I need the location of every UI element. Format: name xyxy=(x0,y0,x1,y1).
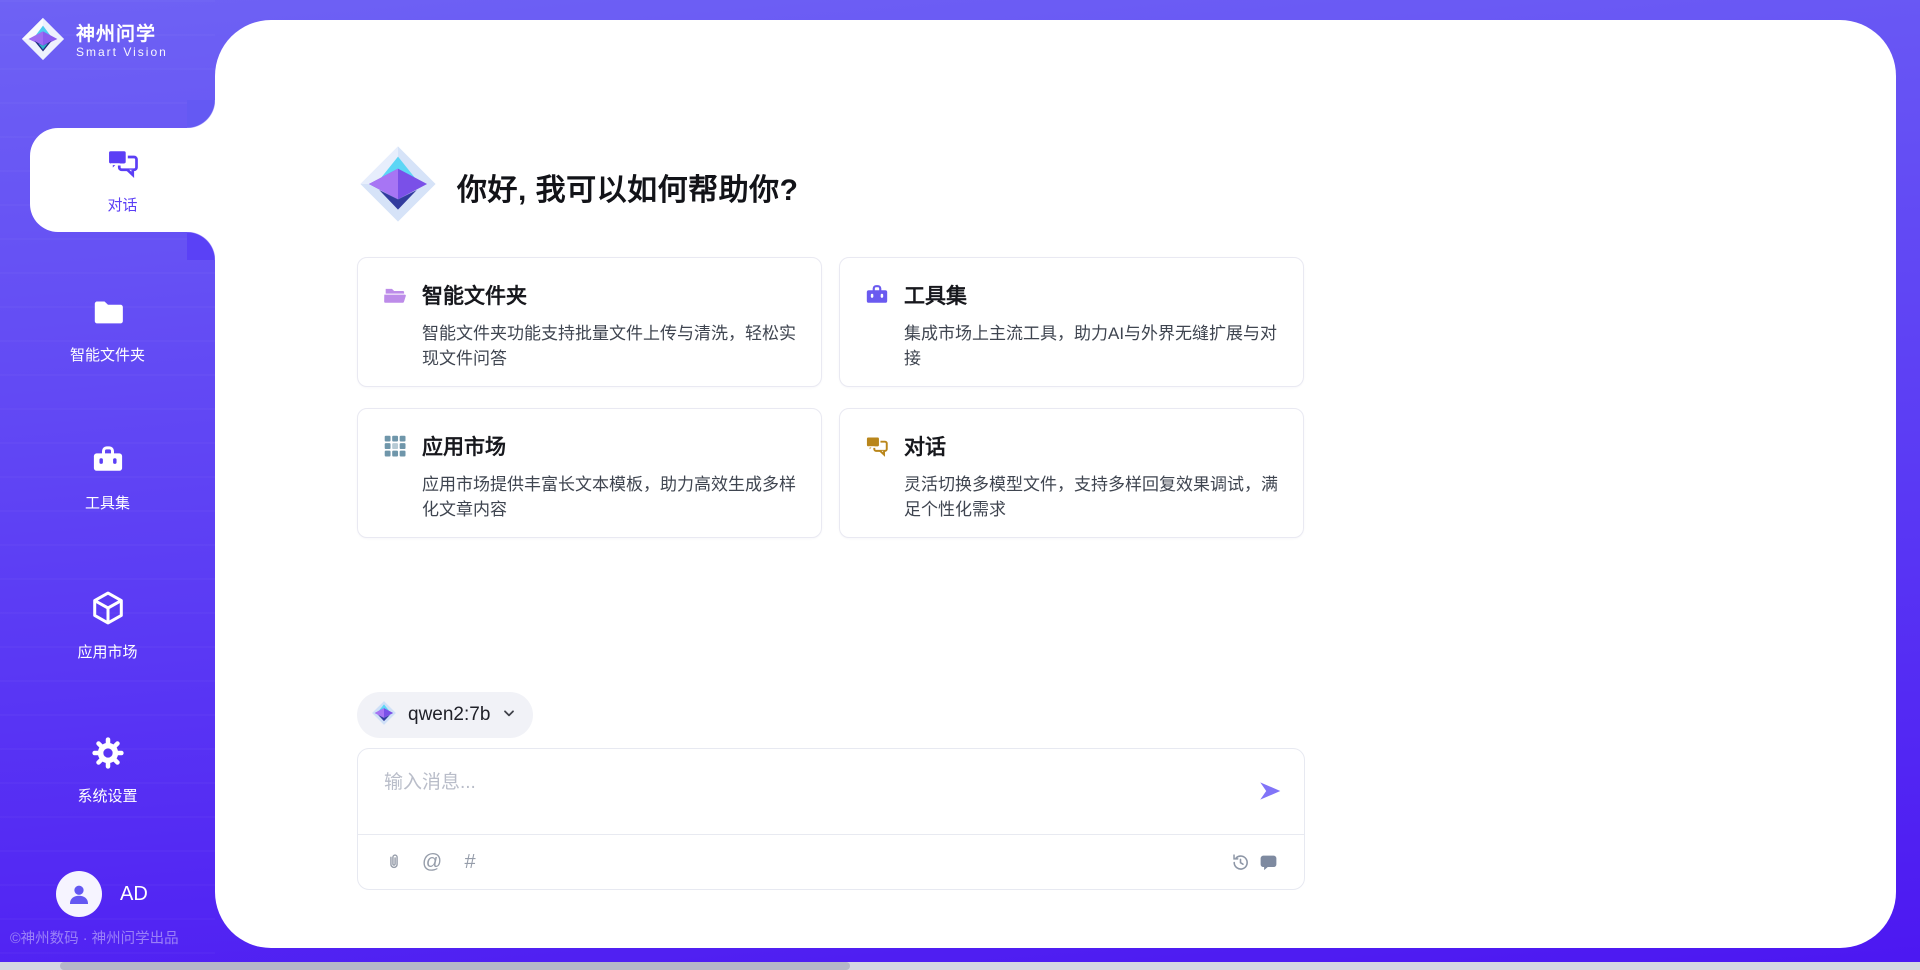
brand-name: 神州问学 xyxy=(76,24,168,46)
tab-curve-bottom xyxy=(187,232,215,260)
app-window: 神州问学 Smart Vision 对话 xyxy=(0,0,1920,970)
sidebar: 神州问学 Smart Vision 对话 xyxy=(0,0,215,970)
sidebar-item-app-market[interactable]: 应用市场 xyxy=(0,589,215,662)
sidebar-item-label: 对话 xyxy=(107,194,137,215)
user-avatar-icon xyxy=(64,879,94,909)
sidebar-item-settings[interactable]: 系统设置 xyxy=(0,735,215,806)
sidebar-item-label: 工具集 xyxy=(85,492,130,513)
card-smart-folder[interactable]: 智能文件夹 智能文件夹功能支持批量文件上传与清洗，轻松实现文件问答 xyxy=(357,257,822,387)
card-app-market[interactable]: 应用市场 应用市场提供丰富长文本模板，助力高效生成多样化文章内容 xyxy=(357,408,822,538)
sidebar-item-chat[interactable]: 对话 xyxy=(30,128,215,232)
card-title: 工具集 xyxy=(904,280,967,310)
user-profile[interactable]: AD xyxy=(56,871,148,917)
horizontal-scrollbar-thumb[interactable] xyxy=(60,962,850,970)
user-initials: AD xyxy=(120,883,148,906)
brand-text: 神州问学 Smart Vision xyxy=(76,24,168,60)
folder-open-icon xyxy=(382,282,408,308)
sidebar-item-label: 系统设置 xyxy=(77,785,137,806)
model-selector[interactable]: qwen2:7b xyxy=(357,692,533,738)
sidebar-item-smart-folder[interactable]: 智能文件夹 xyxy=(0,294,215,365)
brand-diamond-icon xyxy=(20,16,66,67)
tab-curve-top xyxy=(187,100,215,128)
composer-toolbar: @ # xyxy=(382,835,1280,890)
greeting: 你好, 我可以如何帮助你? xyxy=(357,143,799,230)
sidebar-item-toolbox[interactable]: 工具集 xyxy=(0,442,215,513)
toolbox-icon xyxy=(90,442,126,483)
card-toolbox[interactable]: 工具集 集成市场上主流工具，助力AI与外界无缝扩展与对接 xyxy=(839,257,1304,387)
at-icon[interactable]: @ xyxy=(420,851,444,875)
card-title: 应用市场 xyxy=(422,431,506,461)
feature-cards: 智能文件夹 智能文件夹功能支持批量文件上传与清洗，轻松实现文件问答 工具集 集成… xyxy=(357,257,1305,538)
chevron-down-icon xyxy=(501,705,517,726)
sidebar-footer: ©神州数码 · 神州问学出品 xyxy=(10,927,179,948)
model-logo-icon xyxy=(371,700,397,731)
sidebar-item-label: 智能文件夹 xyxy=(70,344,145,365)
history-icon[interactable] xyxy=(1228,851,1252,875)
send-icon xyxy=(1257,778,1283,804)
grid-icon xyxy=(382,433,408,459)
paperclip-icon[interactable] xyxy=(382,851,406,875)
card-chat[interactable]: 对话 灵活切换多模型文件，支持多样回复效果调试，满足个性化需求 xyxy=(839,408,1304,538)
cube-icon xyxy=(89,589,127,632)
diamond-logo-icon xyxy=(357,143,439,230)
message-icon[interactable] xyxy=(1256,851,1280,875)
card-description: 集成市场上主流工具，助力AI与外界无缝扩展与对接 xyxy=(904,322,1279,371)
model-name: qwen2:7b xyxy=(408,704,490,726)
card-title: 智能文件夹 xyxy=(422,280,527,310)
greeting-title: 你好, 我可以如何帮助你? xyxy=(457,165,799,209)
gear-icon xyxy=(90,735,126,776)
toolbox-icon xyxy=(864,282,890,308)
hash-icon[interactable]: # xyxy=(458,851,482,875)
card-title: 对话 xyxy=(904,431,946,461)
brand: 神州问学 Smart Vision xyxy=(20,16,168,67)
card-description: 应用市场提供丰富长文本模板，助力高效生成多样化文章内容 xyxy=(422,473,797,522)
chat-icon xyxy=(864,433,890,459)
horizontal-scrollbar-track[interactable] xyxy=(0,962,1920,970)
chat-icon xyxy=(105,145,141,186)
composer: @ # xyxy=(357,748,1305,890)
send-button[interactable] xyxy=(1256,777,1284,805)
avatar xyxy=(56,871,102,917)
message-input[interactable] xyxy=(382,765,1242,825)
sidebar-item-label: 应用市场 xyxy=(77,641,137,662)
card-description: 灵活切换多模型文件，支持多样回复效果调试，满足个性化需求 xyxy=(904,473,1279,522)
card-description: 智能文件夹功能支持批量文件上传与清洗，轻松实现文件问答 xyxy=(422,322,797,371)
brand-subtitle: Smart Vision xyxy=(76,45,168,59)
folder-icon xyxy=(90,294,126,335)
